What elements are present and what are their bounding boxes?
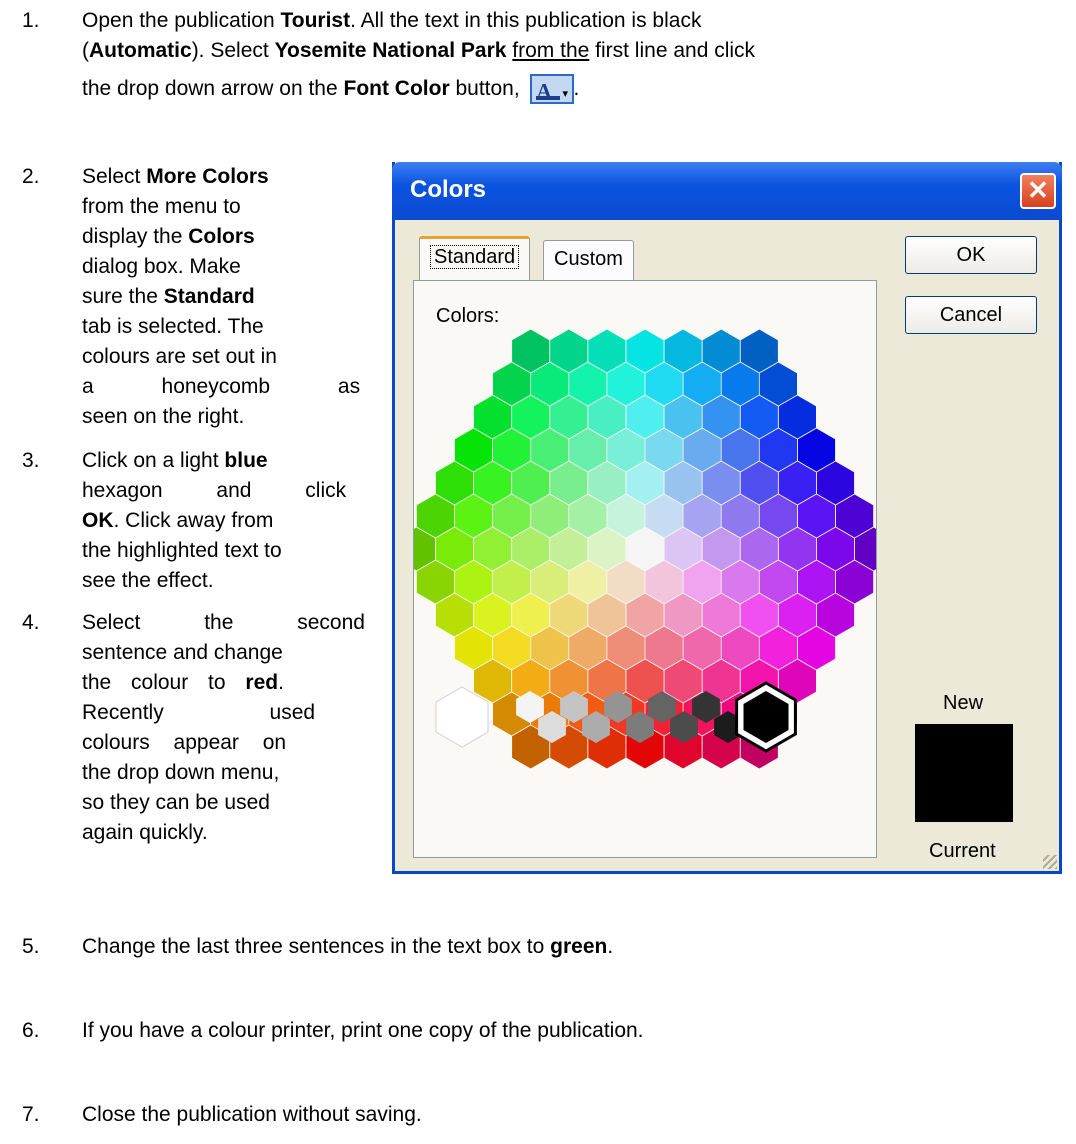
close-icon[interactable]: ✕ bbox=[1020, 173, 1056, 209]
step-7-text: Close the publication without saving. bbox=[82, 1103, 422, 1126]
font-color-button[interactable]: A ▾ bbox=[529, 74, 574, 105]
step-5-text: Change the last three sentences in the t… bbox=[82, 935, 614, 958]
document-page: 1. Open the publication Tourist. All the… bbox=[0, 0, 1076, 1144]
step-2-text: Select More Colors from the menu to disp… bbox=[82, 165, 361, 428]
new-color-swatch bbox=[915, 724, 1013, 822]
step-number: 5. bbox=[22, 935, 40, 958]
step-number: 6. bbox=[22, 1019, 40, 1042]
standard-tab-panel: Colors: bbox=[413, 280, 877, 858]
font-color-icon: A bbox=[536, 79, 552, 104]
color-honeycomb[interactable] bbox=[414, 281, 876, 857]
step-1-text: Open the publication Tourist. All the te… bbox=[82, 9, 702, 32]
dialog-title-bar[interactable]: Colors ✕ bbox=[392, 162, 1062, 220]
step-number: 3. bbox=[22, 449, 40, 472]
tab-custom[interactable]: Custom bbox=[543, 240, 634, 280]
step-number: 7. bbox=[22, 1103, 40, 1126]
step-number: 2. bbox=[22, 165, 40, 188]
colors-dialog: Colors ✕ Standard Custom Colors: OK Canc… bbox=[392, 162, 1062, 874]
white-hex[interactable] bbox=[435, 686, 489, 748]
dialog-title: Colors bbox=[410, 176, 487, 203]
step-4-text: Select the second sentence and change th… bbox=[82, 611, 365, 844]
tab-standard[interactable]: Standard bbox=[419, 236, 531, 282]
step-number: 1. bbox=[22, 9, 40, 32]
ok-button[interactable]: OK bbox=[905, 236, 1037, 274]
chevron-down-icon[interactable]: ▾ bbox=[563, 79, 569, 109]
cancel-button[interactable]: Cancel bbox=[905, 296, 1037, 334]
step-1-text-line2: (Automatic). Select Yosemite National Pa… bbox=[82, 39, 756, 62]
new-label: New bbox=[943, 692, 984, 714]
step-6-text: If you have a colour printer, print one … bbox=[82, 1019, 644, 1042]
current-label: Current bbox=[929, 840, 996, 862]
step-3-text: Click on a light blue hexagon and click … bbox=[82, 449, 347, 592]
resize-grip[interactable] bbox=[1043, 855, 1057, 869]
step-number: 4. bbox=[22, 611, 40, 634]
step-1-text-line3: the drop down arrow on the Font Color bu… bbox=[82, 74, 1054, 105]
